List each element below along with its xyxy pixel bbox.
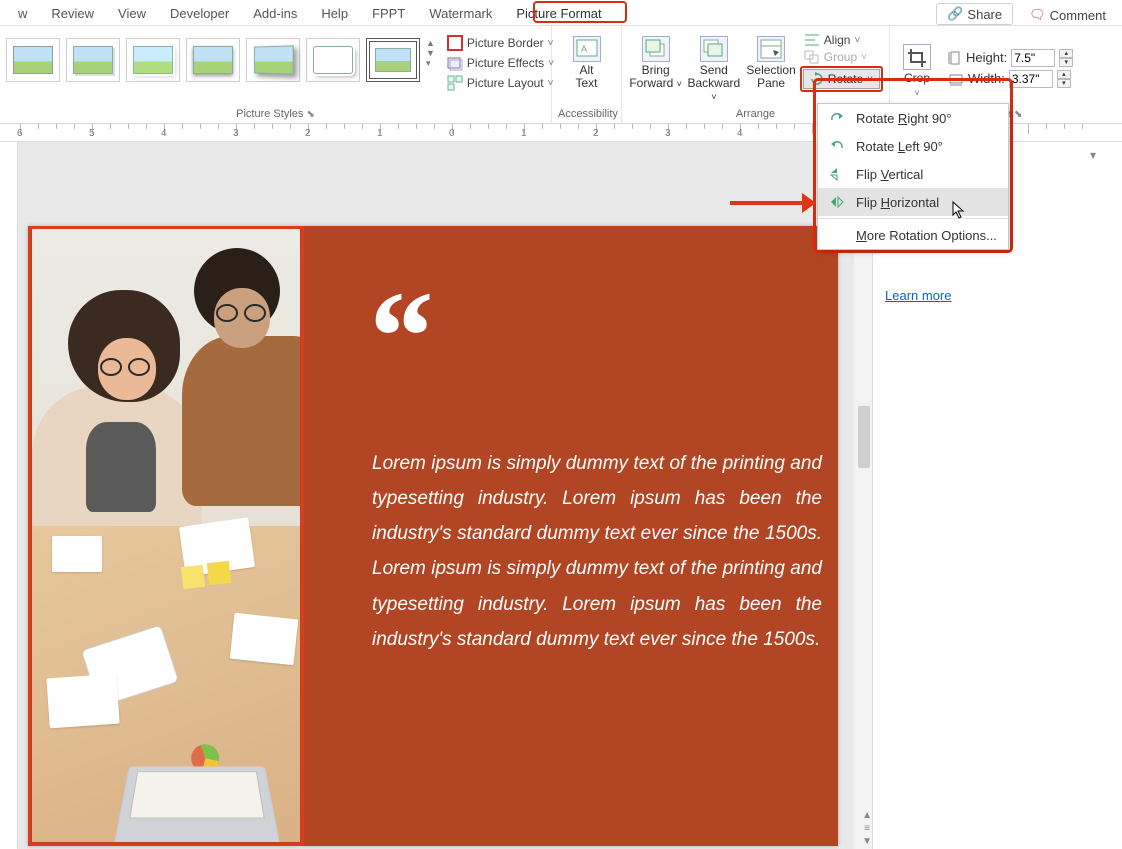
comment-icon: 🗨 [1029, 7, 1046, 23]
group-picture-styles: ▲ ▼ ▾ Picture Border ˅ Picture Effects ˅… [0, 26, 552, 123]
tab-developer[interactable]: Developer [158, 2, 241, 25]
annotation-highlight-tab [533, 1, 627, 23]
group-icon [804, 50, 820, 64]
rotate-dropdown-menu: Rotate Right 90° Rotate Left 90° Flip Ve… [817, 103, 1009, 250]
flip-horizontal-icon [828, 194, 846, 210]
style-thumb-6[interactable] [306, 38, 360, 82]
menu-flip-vertical[interactable]: Flip Vertical [818, 160, 1008, 188]
share-icon: 🔗 [947, 6, 963, 22]
height-spinner[interactable]: ▴▾ [1059, 49, 1073, 67]
style-thumb-7[interactable] [366, 38, 420, 82]
rotate-left-icon [828, 138, 846, 154]
height-input[interactable] [1011, 49, 1055, 67]
tab-cutoff[interactable]: w [6, 2, 39, 25]
style-thumb-3[interactable] [126, 38, 180, 82]
width-spinner[interactable]: ▴▾ [1057, 70, 1071, 88]
send-backward-icon [700, 36, 728, 62]
align-button[interactable]: Align ˅ [800, 32, 883, 48]
tab-help[interactable]: Help [309, 2, 360, 25]
tab-review[interactable]: Review [39, 2, 106, 25]
group-label-styles: Picture Styles ⬊ [6, 106, 545, 121]
picture-layout-icon [447, 75, 463, 91]
picture-styles-gallery[interactable] [6, 30, 420, 82]
picture-border-icon [447, 35, 463, 51]
style-thumb-5[interactable] [246, 38, 300, 82]
bring-forward-icon [642, 36, 670, 62]
align-icon [804, 33, 820, 47]
svg-text:A: A [581, 44, 587, 54]
picture-effects-button[interactable]: Picture Effects ˅ [445, 54, 556, 72]
scroll-down-icon[interactable]: ▼ [862, 836, 872, 847]
panel-collapse-icon[interactable]: ▾ [1090, 148, 1096, 162]
group-accessibility: A AltText Accessibility [552, 26, 622, 123]
quote-mark: “ [363, 298, 417, 376]
slide[interactable]: “ Lorem ipsum is simply dummy text of th… [28, 226, 838, 846]
menu-rotate-left-90[interactable]: Rotate Left 90° [818, 132, 1008, 160]
alt-text-button[interactable]: A AltText [558, 30, 615, 90]
width-input[interactable] [1009, 70, 1053, 88]
flip-vertical-icon [828, 166, 846, 182]
tab-addins[interactable]: Add-ins [241, 2, 309, 25]
comment-button[interactable]: 🗨 Comment [1019, 5, 1116, 25]
picture-border-button[interactable]: Picture Border ˅ [445, 34, 556, 52]
rotate-right-icon [828, 110, 846, 126]
menu-flip-horizontal[interactable]: Flip Horizontal [818, 188, 1008, 216]
menu-rotate-right-90[interactable]: Rotate Right 90° [818, 104, 1008, 132]
menu-more-rotation-options[interactable]: More Rotation Options... [818, 221, 1008, 249]
style-thumb-2[interactable] [66, 38, 120, 82]
tab-view[interactable]: View [106, 2, 158, 25]
tab-watermark[interactable]: Watermark [417, 2, 504, 25]
picture-layout-button[interactable]: Picture Layout ˅ [445, 74, 556, 92]
bring-forward-button[interactable]: BringForward ˅ [628, 30, 683, 90]
picture-effects-icon [447, 55, 463, 71]
height-icon [948, 50, 962, 66]
annotation-highlight-image [28, 226, 304, 846]
style-thumb-4[interactable] [186, 38, 240, 82]
group-button: Group ˅ [800, 49, 883, 65]
crop-icon [903, 44, 931, 70]
gallery-more[interactable]: ▲ ▼ ▾ [424, 30, 435, 69]
vertical-ruler [0, 142, 18, 849]
group-label-access: Accessibility [558, 106, 615, 121]
slide-canvas-area[interactable]: “ Lorem ipsum is simply dummy text of th… [0, 142, 872, 849]
selection-pane-icon [757, 36, 785, 62]
scrollbar-thumb[interactable] [858, 406, 870, 468]
height-label: Height: [966, 50, 1007, 65]
scroll-up-icon[interactable]: ▲ [862, 810, 872, 821]
share-button[interactable]: 🔗 Share [936, 3, 1013, 25]
learn-more-link[interactable]: Learn more [885, 288, 951, 303]
selection-pane-button[interactable]: SelectionPane [744, 30, 797, 90]
tab-fppt[interactable]: FPPT [360, 2, 417, 25]
style-thumb-1[interactable] [6, 38, 60, 82]
send-backward-button[interactable]: SendBackward ˅ [685, 30, 742, 104]
mouse-cursor-icon [952, 201, 966, 219]
quote-body-text: Lorem ipsum is simply dummy text of the … [372, 446, 822, 657]
alt-text-icon: A [573, 36, 601, 62]
